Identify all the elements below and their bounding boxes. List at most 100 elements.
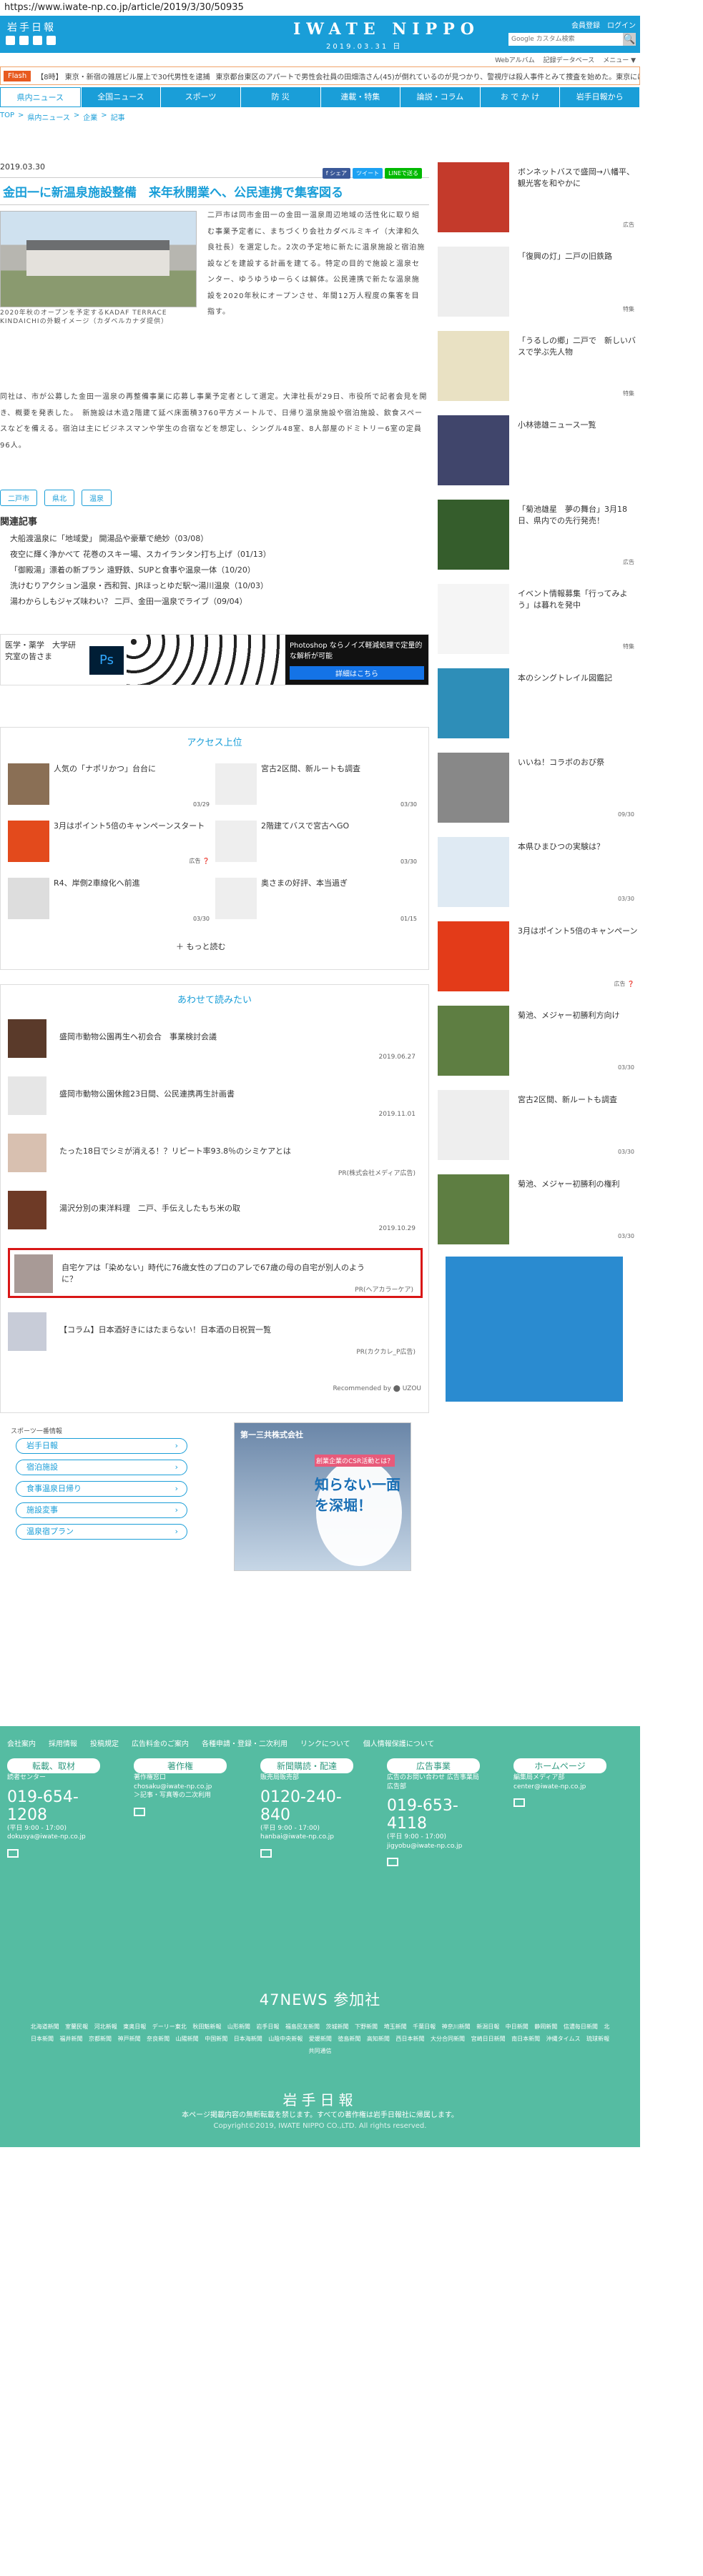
site-logo[interactable]: 岩手日報 <box>7 20 56 34</box>
sidebar-item-title: 「復興の灯」二戸の旧鉄路 <box>518 252 612 261</box>
related-heading: 関連記事 <box>0 517 38 527</box>
ad-banner-daiichi[interactable]: 第一三共株式会社 知らない一面を深堀！ 創業企業のCSR活動とは？ <box>234 1422 411 1571</box>
sidebar-item[interactable]: イベント情報募集「行ってみよう」は暮れを発中 特集 <box>438 584 640 663</box>
breadcrumb-item[interactable]: 県内ニュース <box>27 112 70 122</box>
nav-item[interactable]: 論説・コラム <box>400 87 480 107</box>
login-link[interactable]: ログイン <box>607 19 636 30</box>
ad-banner-photoshop[interactable]: 医学・薬学 大学研究室の皆さま Ps Photoshop ならノイズ軽減処理で定… <box>0 634 429 685</box>
uzou-credit[interactable]: Recommended by ⬤ UZOU <box>333 1385 421 1392</box>
nav-item[interactable]: 岩手日報から <box>560 87 639 107</box>
ranking-item[interactable]: R4、岸側2車線化へ前進 03/30 <box>8 878 215 931</box>
youtube-icon[interactable] <box>33 36 42 45</box>
member-link[interactable]: 会員登録 <box>571 19 600 30</box>
sub-link[interactable]: Webアルバム <box>495 55 535 64</box>
sidebar-item-meta: 03/30 <box>617 1149 634 1155</box>
ranking-item[interactable]: 宮古2区間、新ルートも調査 03/30 <box>215 763 423 816</box>
support-button[interactable]: 温泉宿プラン <box>16 1524 187 1540</box>
sidebar-item-meta: 広告 ❓ <box>614 981 634 987</box>
sidebar-item[interactable]: 3月はポイント5倍のキャンペーン広告 ❓ <box>438 921 640 1000</box>
recommend-item[interactable]: 盛岡市動物公園休館23日間、公民連携再生計画書 2019.11.01 <box>8 1076 423 1126</box>
article-lead: 二戸市は同市金田一の金田一温泉周辺地域の活性化に取り組む事業予定者に、まちづくり… <box>207 212 426 316</box>
footer-col-copyright: 著作権 著作権窓口 chosaku@iwate-np.co.jp ＞記事・写真等の二次… <box>134 1758 227 1816</box>
line-share-button[interactable]: LINEで送る <box>385 168 422 179</box>
sidebar-item[interactable]: 菊池、メジャー初勝利方向け 03/30 <box>438 1006 640 1084</box>
sidebar-item-title: 本のシングトレイル図鑑記 <box>518 673 612 683</box>
search-button[interactable]: 🔍 <box>623 33 636 46</box>
sidebar-item-title: 3月はポイント5倍のキャンペーン <box>518 926 638 936</box>
recommend-item-highlighted[interactable]: 自宅ケアは「染めない」時代に76歳女性のプロのアレで67歳の母の自宅が別人のよう… <box>8 1248 423 1298</box>
more-button[interactable]: ＋ もっと読む <box>176 941 226 952</box>
flash-text[interactable]: 【8時】 東京・新宿の雑居ビル屋上で30代男性を逮捕 <box>36 71 210 81</box>
sub-link[interactable]: 記録データベース <box>544 55 595 64</box>
recommend-item[interactable]: 盛岡市動物公園再生へ初会合 事業検討会議 2019.06.27 <box>8 1019 423 1069</box>
mail-icon <box>7 1848 19 1858</box>
related-link[interactable]: 湯わからしもジャズ味わい？ 二戸、金田一温泉でライブ（09/04） <box>10 594 271 610</box>
related-link[interactable]: 夜空に輝く浄かべて 花巻のスキー場、スカイランタン打ち上げ（01/13） <box>10 547 271 563</box>
47news-list[interactable]: 北海道新聞 室蘭民報 河北新報 東奥日報 デーリー東北 秋田魁新報 山形新聞 岩… <box>29 2021 611 2057</box>
nav-item[interactable]: 県内ニュース <box>0 87 81 107</box>
nav-item[interactable]: お で か け <box>480 87 560 107</box>
nav-item[interactable]: 防 災 <box>240 87 320 107</box>
related-link[interactable]: 洗けむりアクション温泉・西和賀、JRほっとゆだ駅～湯川温泉（10/03） <box>10 578 271 594</box>
search-input[interactable] <box>508 33 623 46</box>
sidebar-item[interactable]: 本県ひまひつの実験は？ 03/30 <box>438 837 640 916</box>
nav-item[interactable]: 全国ニュース <box>81 87 161 107</box>
article-body: 2020年秋のオープンを予定するKADAF TERRACE KINDAICHIの… <box>0 205 429 685</box>
ad-text: Photoshop ならノイズ軽減処理で定量的な解析が可能 詳細はこちら <box>285 635 428 685</box>
copyright: 本ページ掲載内容の無断転載を禁じます。すべての著作権は岩手日報社に帰属します。 C… <box>182 2111 458 2130</box>
recommend-item[interactable]: たった18日でシミが消える！？リピート率93.8％のシミケアとは PR(株式会社メ… <box>8 1134 423 1184</box>
article-photo[interactable] <box>0 211 197 307</box>
recommend-item[interactable]: 【コラム】日本酒好きにはたまらない！日本酒の日祝賀一覧 PR(カクカレ_P広告) <box>8 1312 423 1362</box>
breadcrumb-item: 記事 <box>110 114 125 122</box>
tag[interactable]: 県北 <box>44 490 74 506</box>
sidebar-thumb <box>438 500 509 570</box>
footer: 会社案内 採用情報 投稿規定 広告料金のご案内 各種申請・登録・二次利用 リンクについて個… <box>0 1726 640 2147</box>
sidebar-item[interactable]: 「菊池雄星 夢の舞台」3月18日、県内での先行発売！ 広告 <box>438 500 640 578</box>
related-link[interactable]: 「御殿湯」漂着の新プラン 遠野鉄、SUPと食事や温泉一体（10/20） <box>10 563 271 578</box>
ad-cta-button[interactable]: 詳細はこちら <box>290 666 424 680</box>
ad-banner-chieru[interactable] <box>445 1256 624 1402</box>
tag[interactable]: 温泉 <box>82 490 112 506</box>
support-button[interactable]: 宿泊施設 <box>16 1460 187 1475</box>
facebook-icon[interactable] <box>6 36 15 45</box>
support-button[interactable]: 食事温泉日帰り <box>16 1481 187 1497</box>
ranking-item[interactable]: 3月はポイント5倍のキャンペーンスタート 広告 ❓ <box>8 821 215 873</box>
sidebar-item[interactable]: 菊池、メジャー初勝利の権利 03/30 <box>438 1174 640 1253</box>
mail-icon <box>134 1807 145 1816</box>
tag[interactable]: 二戸市 <box>0 490 37 506</box>
support-button[interactable]: 岩手日報 <box>16 1438 187 1454</box>
nav-item[interactable]: 連載・特集 <box>320 87 400 107</box>
mail-icon <box>260 1848 272 1858</box>
sidebar-item[interactable]: 「うるしの郷」二戸で 新しいバスで学ぶ先人物 特集 <box>438 331 640 410</box>
ranking-item[interactable]: 人気の「ナポリかつ」台台に 03/29 <box>8 763 215 816</box>
nav-item[interactable]: スポーツ <box>161 87 240 107</box>
sub-link[interactable]: メニュー ▼ <box>603 55 636 64</box>
sidebar-item[interactable]: 宮古2区間、新ルートも調査 03/30 <box>438 1090 640 1169</box>
footer-links: 会社案内 採用情報 投稿規定 広告料金のご案内 各種申請・登録・二次利用 リンクについて個… <box>7 1740 435 1748</box>
sidebar-item[interactable]: ボンネットバスで盛岡→八幡平、観光客を和やかに 広告 <box>438 162 640 241</box>
flash-text[interactable]: 東京都台東区のアパートで男性会社員の田畑浩さん(45)が倒れているのが見つかり、… <box>215 71 639 81</box>
sidebar-item[interactable]: いいね！コラボのおび祭 09/30 <box>438 753 640 831</box>
recommend-item[interactable]: 湯沢分別の東洋料理 二戸、手伝えしたもち米の取 2019.10.29 <box>8 1191 423 1241</box>
tag-list: 二戸市 県北 温泉 <box>0 490 112 506</box>
breadcrumb-item[interactable]: TOP <box>0 112 14 122</box>
sidebar-thumb <box>438 837 509 907</box>
sidebar-item-title: 本県ひまひつの実験は？ <box>518 842 604 851</box>
main-column: 2019.03.30 f シェア ツイート LINEで送る 金田一に新温泉施設整… <box>0 162 429 1571</box>
sidebar-thumb <box>438 247 509 317</box>
sidebar-item-title: 菊池、メジャー初勝利の権利 <box>518 1179 620 1189</box>
related-link[interactable]: 大船渡温泉に「地域愛」 開湯品や豪華で絶妙（03/08） <box>10 531 271 547</box>
twitter-icon[interactable] <box>19 36 29 45</box>
support-button[interactable]: 施設変事 <box>16 1502 187 1518</box>
sidebar-item[interactable]: 「復興の灯」二戸の旧鉄路 特集 <box>438 247 640 325</box>
instagram-icon[interactable] <box>46 36 56 45</box>
ranking-item[interactable]: 奥さまの好評、本当過ぎ 01/15 <box>215 878 423 931</box>
facebook-share-button[interactable]: f シェア <box>322 168 351 179</box>
breadcrumb-item[interactable]: 企業 <box>83 112 97 122</box>
tweet-button[interactable]: ツイート <box>353 168 383 179</box>
url-bar[interactable]: https://www.iwate-np.co.jp/article/2019/… <box>0 0 703 16</box>
sidebar-item[interactable]: 小林徳雄ニュース一覧 <box>438 415 640 494</box>
sub-links: Webアルバム 記録データベース メニュー ▼ <box>0 53 640 64</box>
ranking-item[interactable]: 2階建てバスで宮古へGO 03/30 <box>215 821 423 873</box>
sidebar-item[interactable]: 本のシングトレイル図鑑記 <box>438 668 640 747</box>
